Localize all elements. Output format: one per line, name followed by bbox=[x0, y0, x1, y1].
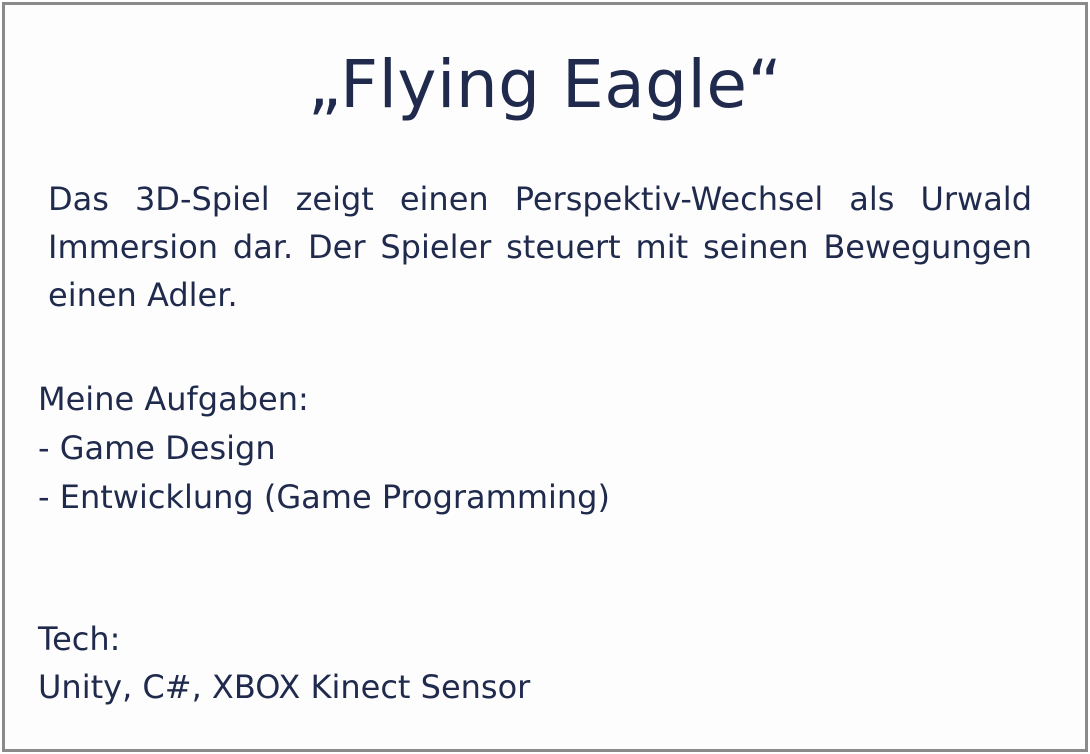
tasks-section: Meine Aufgaben: - Game Design - Entwickl… bbox=[38, 375, 1038, 522]
tasks-heading: Meine Aufgaben: bbox=[38, 380, 309, 418]
project-card: „Flying Eagle“ Das 3D-Spiel zeigt einen … bbox=[2, 2, 1088, 752]
tech-stack: Unity, C#, XBOX Kinect Sensor bbox=[38, 668, 531, 706]
tech-heading: Tech: bbox=[38, 620, 121, 658]
task-item: - Entwicklung (Game Programming) bbox=[38, 478, 610, 516]
project-description: Das 3D-Spiel zeigt einen Perspektiv-Wech… bbox=[48, 180, 1032, 314]
task-item: - Game Design bbox=[38, 429, 276, 467]
project-title: „Flying Eagle“ bbox=[307, 46, 783, 123]
tech-section: Tech: Unity, C#, XBOX Kinect Sensor bbox=[38, 615, 1038, 711]
